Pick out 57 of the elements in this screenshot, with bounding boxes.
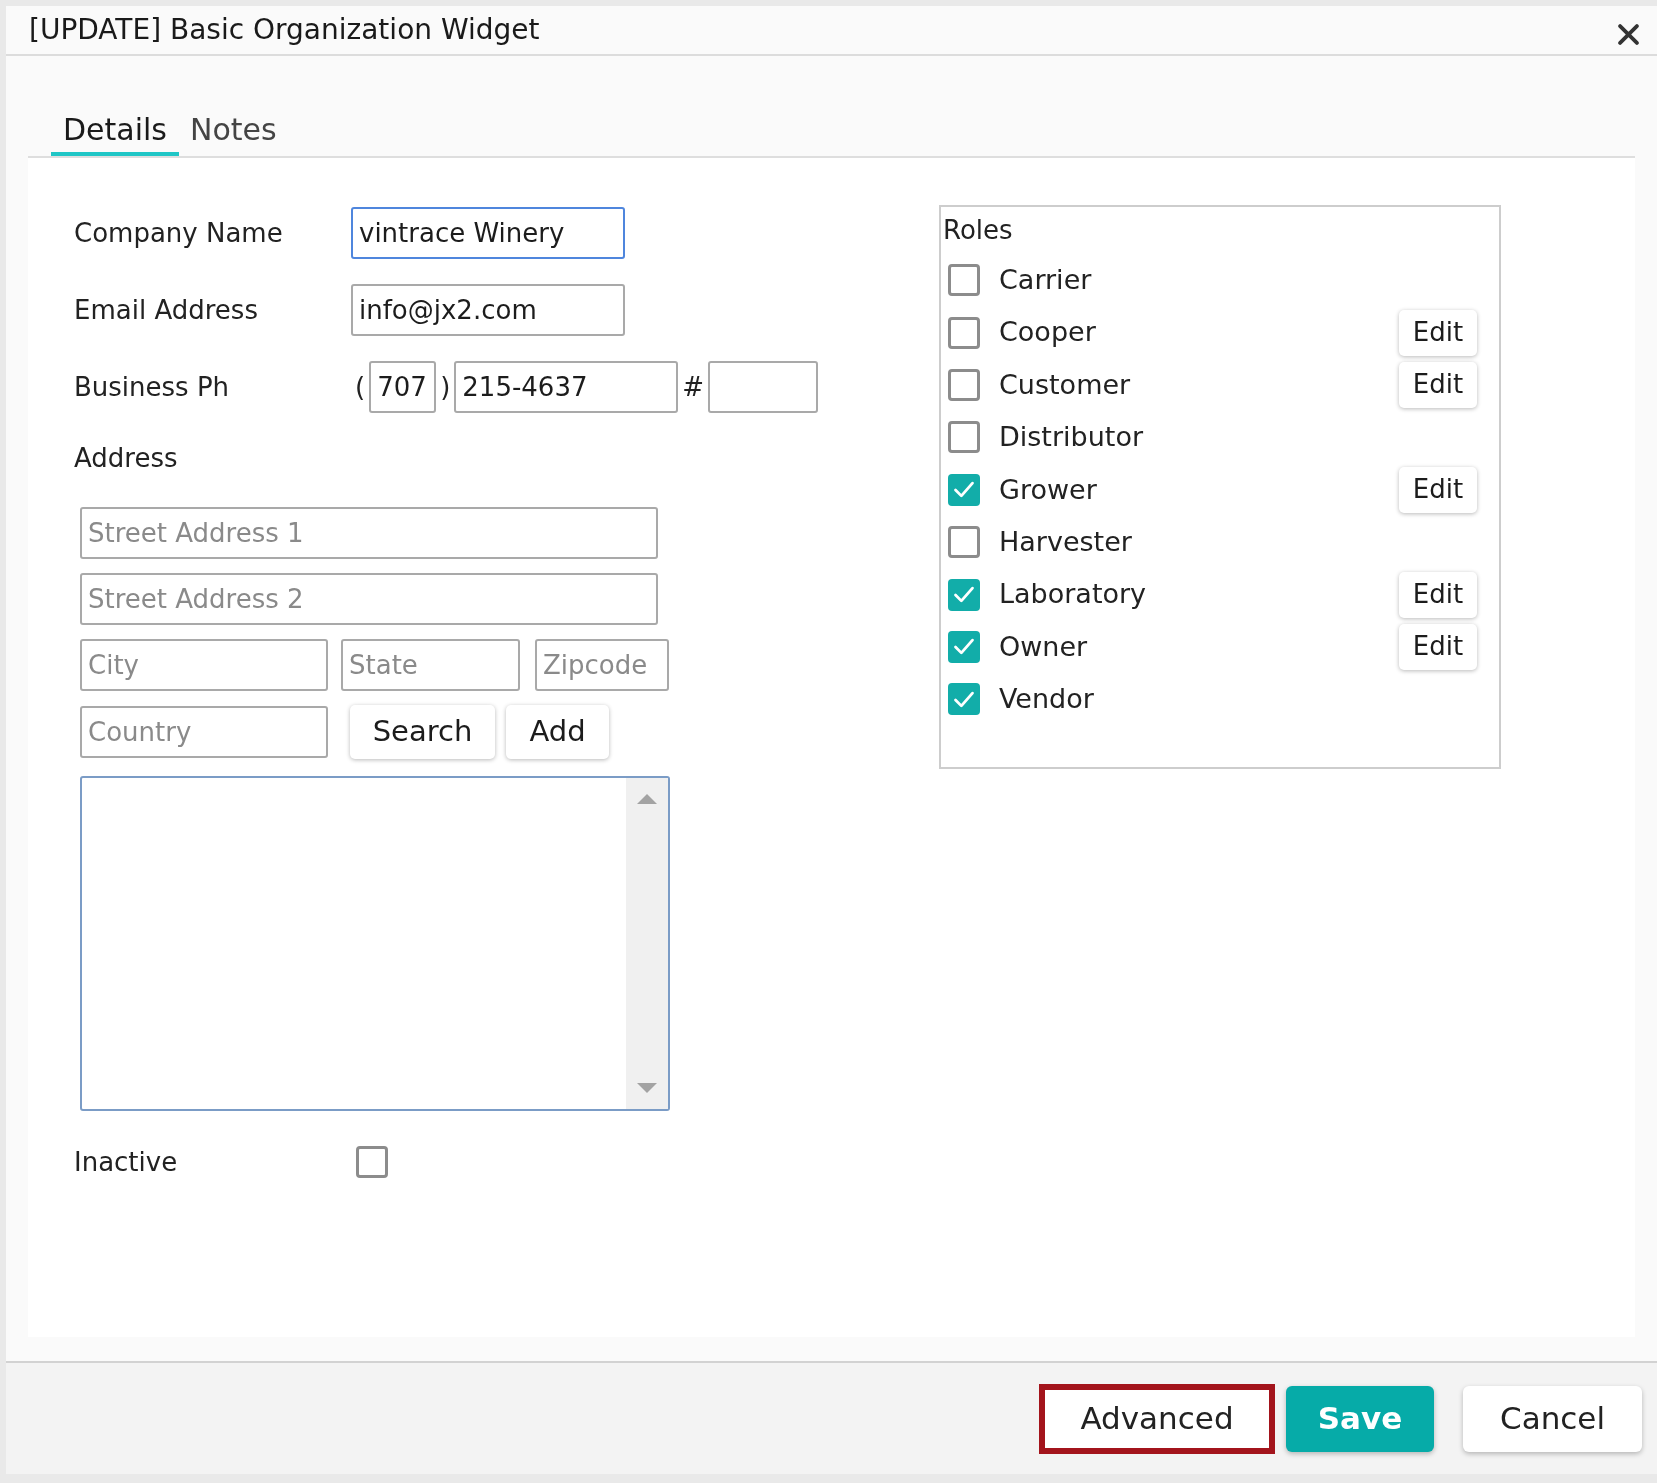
role-checkbox[interactable] [948, 264, 980, 297]
cancel-button[interactable]: Cancel [1463, 1385, 1642, 1452]
check-icon [953, 586, 975, 604]
scrollbar-track[interactable] [626, 778, 668, 1109]
tab[interactable]: Notes [179, 108, 288, 156]
role-checkbox[interactable] [948, 683, 980, 716]
role-checkbox[interactable] [948, 473, 980, 506]
role-checkbox[interactable] [948, 578, 980, 611]
add-button[interactable]: Add [506, 705, 609, 759]
dialog-title: [UPDATE] Basic Organization Widget [29, 16, 540, 44]
role-label: Grower [999, 472, 1097, 507]
address-field[interactable]: City [80, 639, 328, 691]
address-field[interactable]: Zipcode [535, 639, 669, 691]
group-title: Roles [942, 214, 1014, 247]
role-label: Laboratory [999, 577, 1147, 612]
role-label: Vendor [999, 682, 1094, 717]
role-label: Cooper [999, 315, 1096, 350]
email-field[interactable]: info@jx2.com [351, 284, 625, 336]
area-code-field[interactable]: 707 [369, 361, 437, 413]
role-label: Harvester [999, 524, 1132, 559]
edit-button[interactable]: Edit [1399, 571, 1477, 618]
edit-button[interactable]: Edit [1399, 361, 1477, 408]
role-checkbox[interactable] [948, 421, 980, 454]
advanced-button[interactable]: Advanced [1039, 1383, 1275, 1454]
role-label: Carrier [999, 262, 1092, 297]
address-field[interactable]: State [341, 639, 520, 691]
phone-separator: ) [439, 370, 452, 404]
role-label: Distributor [999, 420, 1143, 455]
close-icon[interactable] [1618, 23, 1639, 45]
field-label: Inactive [74, 1145, 179, 1179]
field-label: Business Ph [74, 370, 231, 404]
role-checkbox[interactable] [948, 526, 980, 559]
check-icon [953, 481, 975, 499]
company-name-field[interactable]: vintrace Winery [351, 207, 625, 259]
edit-button[interactable]: Edit [1399, 309, 1477, 356]
edit-button[interactable]: Edit [1399, 466, 1477, 513]
field-label: Company Name [74, 216, 284, 250]
role-label: Owner [999, 629, 1088, 664]
section-label: Address [74, 441, 178, 475]
address-field[interactable]: Street Address 1 [80, 507, 658, 559]
phone-separator: ( [354, 370, 367, 404]
role-label: Customer [999, 367, 1131, 402]
scroll-up-icon[interactable] [637, 794, 657, 804]
extension-field[interactable] [708, 361, 819, 413]
scroll-down-icon[interactable] [637, 1083, 657, 1093]
phone-separator: # [681, 370, 706, 404]
search-button[interactable]: Search [350, 705, 495, 759]
role-checkbox[interactable] [948, 630, 980, 663]
field-label: Email Address [74, 293, 259, 327]
role-checkbox[interactable] [948, 368, 980, 401]
check-icon [953, 638, 975, 656]
edit-button[interactable]: Edit [1399, 623, 1477, 670]
address-field[interactable]: Street Address 2 [80, 573, 658, 625]
role-checkbox[interactable] [948, 316, 980, 349]
address-field[interactable]: Country [80, 706, 328, 758]
check-icon [953, 690, 975, 708]
phone-number-field[interactable]: 215-4637 [454, 361, 679, 413]
